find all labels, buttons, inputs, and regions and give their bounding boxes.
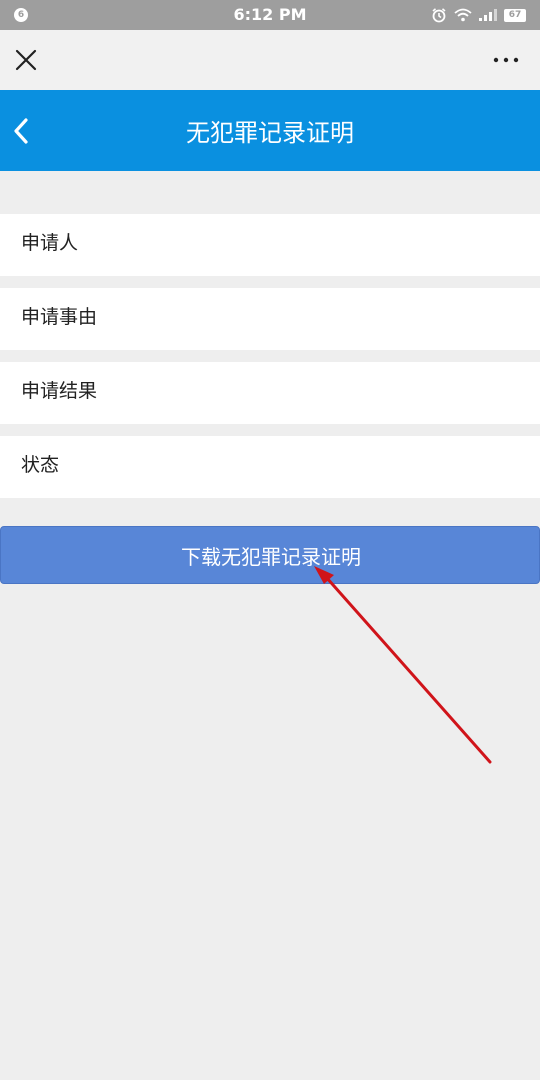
battery-icon: 67 xyxy=(504,8,526,22)
download-button-label: 下载无犯罪记录证明 xyxy=(181,545,361,569)
status-icons: 67 xyxy=(431,6,526,24)
more-icon[interactable] xyxy=(492,52,520,68)
field-reason: 申请事由 xyxy=(0,288,540,350)
field-applicant: 申请人 xyxy=(0,214,540,276)
wifi-icon xyxy=(454,8,472,22)
status-bar: 6 6:12 PM 67 xyxy=(0,0,540,30)
close-icon[interactable] xyxy=(12,46,40,74)
field-label: 申请人 xyxy=(21,232,79,254)
webview-toolbar xyxy=(0,30,540,90)
page-title: 无犯罪记录证明 xyxy=(186,119,354,147)
field-status: 状态 xyxy=(0,436,540,498)
signal-icon xyxy=(479,9,497,21)
alarm-icon xyxy=(432,8,446,23)
nav-header: 无犯罪记录证明 xyxy=(0,90,540,171)
field-label: 状态 xyxy=(21,454,60,476)
download-certificate-button[interactable]: 下载无犯罪记录证明 xyxy=(0,526,540,584)
field-label: 申请结果 xyxy=(21,380,98,402)
field-result: 申请结果 xyxy=(0,362,540,424)
field-label: 申请事由 xyxy=(21,306,98,328)
